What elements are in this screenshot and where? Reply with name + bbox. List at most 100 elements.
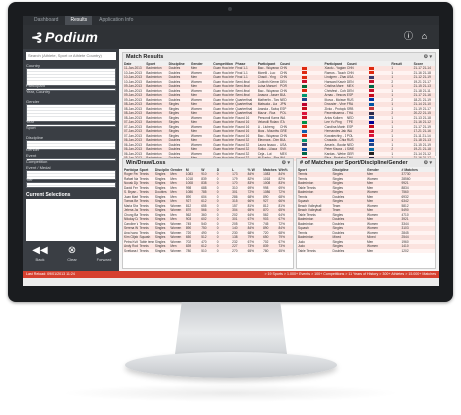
filter-option[interactable] [27, 114, 115, 117]
table-cell: Tennis [138, 248, 154, 253]
forward-button[interactable]: ▶▶ Forward [91, 245, 117, 267]
tab-results[interactable]: Results [65, 16, 93, 25]
monitor-stand-neck [175, 302, 287, 354]
tab-application-info[interactable]: Application Info [94, 16, 138, 25]
flag-icon [369, 120, 375, 124]
table-cell: Table Tennis [297, 248, 332, 253]
column-header[interactable]: Competition [212, 61, 235, 66]
filter-listbox[interactable] [26, 170, 116, 180]
flag-icon [302, 84, 308, 88]
flag-icon [302, 107, 308, 111]
table-cell: Ilkos - Mountiwan [256, 129, 279, 134]
table-cell: Sotko - Lilaca [256, 147, 279, 152]
flag-icon [302, 147, 308, 151]
flag-icon [302, 80, 308, 84]
flag-icon [369, 102, 375, 106]
table-cell: S. Bryan - M. Bryan [123, 190, 139, 195]
table-cell: Guan Hua Interna [212, 147, 235, 152]
info-icon[interactable]: ⓘ [403, 31, 414, 42]
app-logo: ⊰ Podium [31, 29, 98, 46]
table-cell: 510 [200, 248, 216, 253]
table-cell: 09-Jan-2013 [123, 84, 146, 89]
filter-option[interactable] [27, 78, 115, 81]
flag-icon [369, 125, 375, 129]
table-row[interactable]: Table Tennis Doubles Men 1202 [297, 248, 435, 253]
table-cell: Guan Hua Interna [212, 102, 235, 107]
column-header[interactable]: Participant [123, 167, 139, 172]
flag-icon [302, 116, 308, 120]
table-cell: 11-Jan-2013 [123, 66, 146, 71]
table-cell: Cristina Mare [323, 84, 346, 89]
control-label: Forward [96, 257, 112, 262]
gear-icon[interactable]: ⚙ ▾ [424, 159, 432, 167]
control-label: Back [35, 257, 45, 262]
filter-option[interactable] [27, 144, 115, 147]
table-cell: Matsuda - Lia [256, 102, 279, 107]
flag-icon [302, 93, 308, 97]
clear-button[interactable]: ⊗ Clear [59, 245, 85, 267]
gear-icon[interactable]: ⚙ ▾ [424, 53, 432, 61]
table-cell: 07-Jan-2013 [123, 120, 146, 125]
flag-icon [369, 93, 375, 97]
flag-icon [369, 138, 375, 142]
table-cell: 270 [231, 248, 247, 253]
monitor-bezel: Dashboard Results Application Info ⊰ Podium… [8, 2, 453, 302]
table-cell: Guan Hua Interna [212, 84, 235, 89]
table-cell: Tomas Berdych [123, 199, 139, 204]
filter-option[interactable] [27, 183, 115, 186]
home-icon[interactable]: ⌂ [419, 31, 430, 42]
flag-icon [302, 102, 308, 106]
flag-icon [369, 80, 375, 84]
table-cell: Guan Hua Interna [212, 75, 235, 80]
flag-icon [302, 134, 308, 138]
table-cell: Doubles [331, 248, 366, 253]
search-input[interactable] [26, 52, 116, 60]
flag-icon [369, 89, 375, 93]
table-cell: Jelena Jankovic [123, 208, 139, 213]
column-header[interactable]: Matches [262, 167, 278, 172]
table-row[interactable]: Svetlana KuznetsovaTennisSinglesWomen780… [123, 248, 293, 253]
flag-icon [369, 98, 375, 102]
table-cell: 780 [184, 248, 201, 253]
screen-footer [23, 278, 439, 286]
flag-icon [302, 143, 308, 147]
flag-icon [302, 66, 308, 70]
filter-label: Sport [26, 125, 36, 130]
matches-by-sport-table: Sport Discipline Gender # Matches Tennis Sing… [297, 167, 435, 253]
flag-icon [302, 89, 308, 93]
matches-by-sport-title: # of Matches per Sport/Discipline/Gender… [297, 159, 435, 167]
tab-dashboard[interactable]: Dashboard [29, 16, 63, 25]
filter-listbox[interactable] [26, 140, 116, 150]
flag-icon [302, 71, 308, 75]
table-cell: Guan Hua Interna [212, 138, 235, 143]
table-cell: Andy Roddick [123, 244, 139, 249]
flag-icon [302, 138, 308, 142]
filter-option[interactable] [27, 174, 115, 177]
column-header[interactable]: Discipline [153, 167, 170, 172]
table-cell: Eleonora - Dimiteri [256, 138, 279, 143]
table-cell: 06-Jan-2013 [123, 147, 146, 152]
filter-label: Year, Country [26, 89, 51, 94]
table-cell: Guan Hua Interna [212, 129, 235, 134]
gear-icon[interactable]: ⚙ ▾ [282, 159, 290, 167]
win-draw-loss-title: Win/Draw/Loss ⚙ ▾ [123, 159, 293, 167]
table-cell: 07-Jan-2013 [123, 129, 146, 134]
table-cell: 1202 [400, 248, 435, 253]
back-button[interactable]: ◀◀ Back [27, 245, 53, 267]
sidebar: Current Selections CountryParticipantYea… [23, 49, 119, 271]
status-bar: Last Reload: 09/01/2013 11:24 > 19 Sport… [23, 271, 439, 278]
filter-listbox[interactable] [26, 104, 116, 122]
table-cell: Guan Hua Interna [212, 111, 235, 116]
clear-icon: ⊗ [67, 245, 77, 256]
table-cell: Guan Hua Interna [212, 120, 235, 125]
flag-icon [369, 152, 375, 156]
table-cell: Serena Williams [123, 226, 139, 231]
flag-icon [302, 98, 308, 102]
flag-icon [302, 75, 308, 79]
webcam [228, 7, 232, 11]
filter-listbox[interactable] [26, 124, 116, 127]
flag-icon [369, 66, 375, 70]
table-cell: 10-Jan-2013 [123, 75, 146, 80]
filter-listbox[interactable] [26, 182, 116, 188]
flag-icon [369, 143, 375, 147]
